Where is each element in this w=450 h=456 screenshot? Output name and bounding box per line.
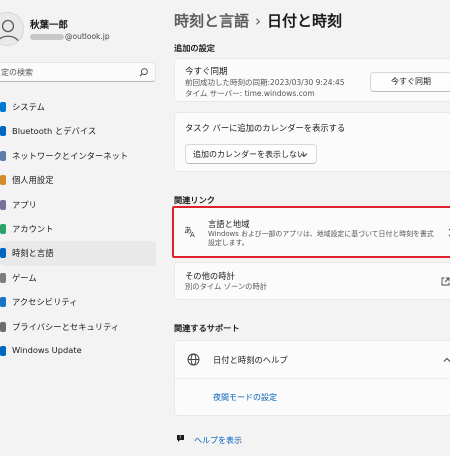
other-clocks-title: その他の時計 <box>185 271 235 281</box>
region-link-title: 言語と地域 <box>208 219 250 229</box>
sidebar-item-accessibility[interactable]: アクセシビリティ <box>0 290 156 314</box>
sidebar-nav: システム Bluetooth とデバイス ネットワークとインターネット 個人用設… <box>0 95 158 363</box>
sidebar-item-label: ゲーム <box>12 272 37 283</box>
help-title: 日付と時刻のヘルプ <box>213 355 288 365</box>
sidebar-item-label: 個人用設定 <box>12 175 54 186</box>
sidebar-item-label: 時刻と言語 <box>12 248 54 259</box>
sidebar-item-label: Windows Update <box>12 344 82 355</box>
section-title-support: 関連するサポート <box>174 323 240 333</box>
shield-icon <box>0 321 6 332</box>
apps-icon <box>0 199 6 210</box>
section-title-additional: 追加の設定 <box>174 43 215 53</box>
language-region-icon: あ A <box>184 226 195 238</box>
chevron-up-icon <box>443 357 450 362</box>
sidebar-item-gaming[interactable]: ゲーム <box>0 266 156 290</box>
taskbar-calendar-title: タスク バーに追加のカレンダーを表示する <box>185 123 346 133</box>
gaming-icon <box>0 272 6 283</box>
get-help-link[interactable]: ヘルプを表示 <box>194 435 242 446</box>
account-icon <box>0 223 6 234</box>
search-icon[interactable] <box>138 67 149 78</box>
help-expander-header[interactable]: 日付と時刻のヘルプ <box>175 341 450 379</box>
chevron-down-icon <box>300 153 308 158</box>
calendar-dropdown-value: 追加のカレンダーを表示しない <box>193 150 305 159</box>
sidebar-item-apps[interactable]: アプリ <box>0 193 156 217</box>
breadcrumb-separator: › <box>255 12 262 30</box>
svg-text:A: A <box>190 231 195 238</box>
accessibility-icon <box>0 297 6 308</box>
user-email-domain: @outlook.jp <box>65 32 110 41</box>
network-icon <box>0 150 6 161</box>
search-placeholder: 定の検索 <box>1 68 33 77</box>
bluetooth-icon <box>0 126 6 137</box>
sidebar-item-accounts[interactable]: アカウント <box>0 217 156 241</box>
last-sync-text: 前回成功した時刻の同期:2023/03/30 9:24:45 <box>185 78 345 87</box>
sidebar-item-label: システム <box>12 102 45 112</box>
avatar[interactable] <box>0 12 24 46</box>
globe-icon <box>187 353 200 366</box>
settings-search-input[interactable]: 定の検索 <box>0 62 156 82</box>
sidebar-item-label: Bluetooth とデバイス <box>12 126 97 137</box>
sidebar-item-privacy[interactable]: プライバシーとセキュリティ <box>0 315 156 339</box>
section-title-related: 関連リンク <box>174 195 215 205</box>
brush-icon <box>0 175 6 186</box>
user-email: @outlook.jp <box>30 32 110 41</box>
sidebar-item-windows-update[interactable]: Windows Update <box>0 339 156 363</box>
breadcrumb-parent[interactable]: 時刻と言語 <box>174 12 249 30</box>
sidebar-item-label: アクセシビリティ <box>12 297 78 308</box>
support-card: 日付と時刻のヘルプ 夜間モードの設定 <box>174 340 450 416</box>
sidebar-item-time-language[interactable]: 時刻と言語 <box>0 241 156 266</box>
sidebar-item-network[interactable]: ネットワークとインターネット <box>0 144 156 168</box>
update-icon <box>0 345 6 356</box>
external-link-icon <box>441 277 450 286</box>
sidebar-item-system[interactable]: システム <box>0 95 156 119</box>
sidebar-item-personalization[interactable]: 個人用設定 <box>0 168 156 192</box>
main-content: 時刻と言語 › 日付と時刻 追加の設定 今すぐ同期 前回成功した時刻の同期:2023… <box>170 0 450 456</box>
calendar-dropdown[interactable]: 追加のカレンダーを表示しない <box>185 144 317 164</box>
sync-card: 今すぐ同期 前回成功した時刻の同期:2023/03/30 9:24:45 タイム… <box>174 58 450 102</box>
taskbar-calendar-card: タスク バーに追加のカレンダーを表示する 追加のカレンダーを表示しない <box>174 112 450 172</box>
sidebar: 秋葉一郎 @outlook.jp 定の検索 システム Bluetooth とデバ… <box>0 0 160 456</box>
night-mode-link[interactable]: 夜間モードの設定 <box>213 392 277 403</box>
system-icon <box>0 102 6 112</box>
time-server-text: タイム サーバー: time.windows.com <box>185 89 315 98</box>
sidebar-item-label: プライバシーとセキュリティ <box>12 321 120 332</box>
page-title: 日付と時刻 <box>267 12 343 30</box>
sync-title: 今すぐ同期 <box>185 67 228 77</box>
other-clocks-description: 別のタイム ゾーンの時計 <box>185 282 268 291</box>
other-clocks-card[interactable]: その他の時計 別のタイム ゾーンの時計 <box>174 262 450 300</box>
sidebar-item-label: アプリ <box>12 199 37 210</box>
sidebar-item-label: ネットワークとインターネット <box>12 150 129 161</box>
breadcrumb: 時刻と言語 › 日付と時刻 <box>174 10 342 31</box>
user-name: 秋葉一郎 <box>30 20 69 31</box>
help-icon: ? <box>177 435 184 442</box>
region-link-description: Windows および一部のアプリは、地域設定に基づいて日付と時刻を書式設定しま… <box>208 230 434 247</box>
sidebar-item-label: アカウント <box>12 223 54 234</box>
time-language-icon <box>0 248 6 259</box>
region-link-card[interactable]: あ A 言語と地域 Windows および一部のアプリは、地域設定に基づいて日付… <box>172 206 450 258</box>
redacted-email-prefix <box>30 34 64 40</box>
sync-now-button[interactable]: 今すぐ同期 <box>370 72 450 92</box>
sidebar-item-bluetooth[interactable]: Bluetooth とデバイス <box>0 119 156 143</box>
user-avatar-icon <box>0 19 20 44</box>
